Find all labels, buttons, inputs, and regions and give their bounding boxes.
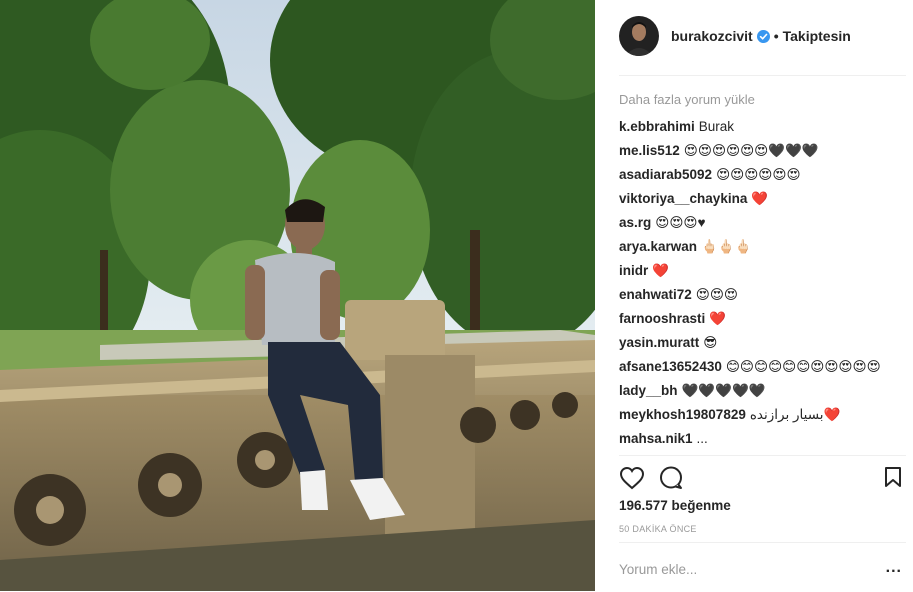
comment-item: lady__bh 🖤🖤🖤🖤🖤 <box>619 381 901 401</box>
comment-username[interactable]: viktoriya__chaykina <box>619 191 747 206</box>
comment-text: 😍😍😍♥ <box>655 215 706 230</box>
comment-text: 😍😍😍😍😍😍🖤🖤🖤 <box>683 143 819 158</box>
comment-item: as.rg 😍😍😍♥ <box>619 213 901 233</box>
comment-text: ❤️ <box>709 311 727 326</box>
comment-item: mahsa.nik1... <box>619 429 901 449</box>
comment-item: farnooshrasti ❤️ <box>619 309 901 329</box>
post-photo[interactable] <box>0 0 595 591</box>
likes-count[interactable]: 196.577 beğenme <box>619 498 731 513</box>
comment-username[interactable]: meykhosh19807829 <box>619 407 746 422</box>
comment-username[interactable]: as.rg <box>619 215 651 230</box>
comment-item: meykhosh19807829 بسیار برازنده❤️ <box>619 405 901 425</box>
comment-item: me.lis512 😍😍😍😍😍😍🖤🖤🖤 <box>619 141 901 161</box>
comment-text: 😍😍😍😍😍😍 <box>716 167 801 182</box>
load-more-comments-link[interactable]: Daha fazla yorum yükle <box>619 92 901 107</box>
comment-username[interactable]: arya.karwan <box>619 239 697 254</box>
post-side-panel: burakozcivit • Takiptesin Daha fazla yor… <box>595 0 913 591</box>
bookmark-icon[interactable] <box>884 466 902 493</box>
comment-text: 🖤🖤🖤🖤🖤 <box>681 383 766 398</box>
more-options-button[interactable]: ... <box>886 559 902 577</box>
avatar-image <box>619 16 659 56</box>
comment-text: 😎 <box>703 335 718 350</box>
comment-text: Burak <box>698 119 735 134</box>
comment-username[interactable]: enahwati72 <box>619 287 692 302</box>
comment-username[interactable]: lady__bh <box>619 383 678 398</box>
avatar[interactable] <box>619 16 659 56</box>
comment-username[interactable]: farnooshrasti <box>619 311 705 326</box>
comment-text: ❤️ <box>751 191 769 206</box>
comment-text: 😍😍😍 <box>695 287 739 302</box>
comment-username[interactable]: me.lis512 <box>619 143 680 158</box>
username-link[interactable]: burakozcivit <box>671 28 753 44</box>
header-separator: • <box>773 28 779 44</box>
comment-item: afsane13652430 😊😊😊😊😊😊😍😍😍😍😍 <box>619 357 901 377</box>
post-actions-bar <box>619 455 906 500</box>
follow-status-button[interactable]: Takiptesin <box>783 28 851 44</box>
comment-item: yasin.muratt 😎 <box>619 333 901 353</box>
comment-text: بسیار برازنده❤️ <box>749 407 841 422</box>
comment-username[interactable]: yasin.muratt <box>619 335 699 350</box>
comment-item: inidr ❤️ <box>619 261 901 281</box>
heart-icon[interactable] <box>619 466 645 495</box>
comments-list[interactable]: Daha fazla yorum yükle k.ebbrahimi Burak … <box>619 88 901 455</box>
header-divider <box>619 75 906 76</box>
comment-text: 🖕🏻🖕🏻🖕🏻 <box>701 239 752 254</box>
post-image <box>0 0 595 591</box>
comment-username[interactable]: mahsa.nik1 <box>619 431 693 446</box>
comment-item: viktoriya__chaykina ❤️ <box>619 189 901 209</box>
comment-item: arya.karwan 🖕🏻🖕🏻🖕🏻 <box>619 237 901 257</box>
comment-item: enahwati72 😍😍😍 <box>619 285 901 305</box>
comment-item: k.ebbrahimi Burak <box>619 117 901 137</box>
comment-username[interactable]: afsane13652430 <box>619 359 722 374</box>
add-comment-input[interactable]: Yorum ekle... <box>619 562 697 577</box>
comment-text: ❤️ <box>652 263 670 278</box>
comment-icon[interactable] <box>659 466 683 495</box>
post-header: burakozcivit • Takiptesin <box>619 16 906 56</box>
verified-badge-icon <box>756 29 770 43</box>
comment-text: ... <box>696 431 708 446</box>
add-comment-section: Yorum ekle... ... <box>619 542 906 592</box>
comment-text: 😊😊😊😊😊😊😍😍😍😍😍 <box>725 359 881 374</box>
comment-item: asadiarab5092 😍😍😍😍😍😍 <box>619 165 901 185</box>
post-timestamp[interactable]: 50 DAKİKA ÖNCE <box>619 524 697 534</box>
comment-username[interactable]: inidr <box>619 263 648 278</box>
comment-username[interactable]: asadiarab5092 <box>619 167 712 182</box>
comment-username[interactable]: k.ebbrahimi <box>619 119 695 134</box>
